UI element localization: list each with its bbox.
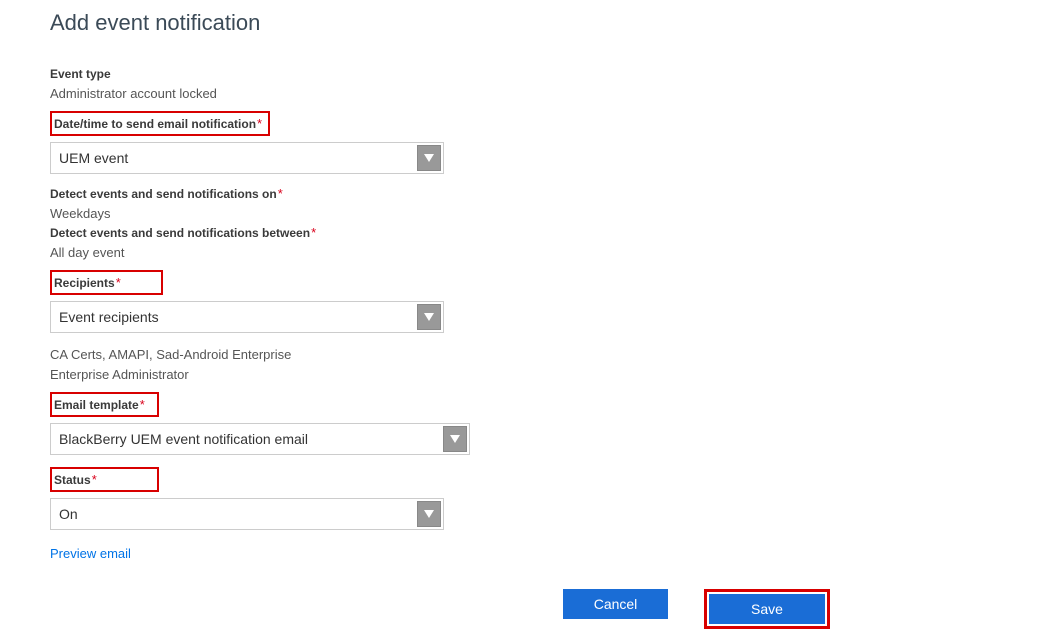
- recipients-list-line2: Enterprise Administrator: [50, 365, 810, 385]
- recipients-label: Recipients: [54, 276, 115, 290]
- detect-between-value: All day event: [50, 245, 810, 260]
- date-time-label-highlight: Date/time to send email notification*: [50, 111, 270, 136]
- required-marker: *: [140, 397, 145, 412]
- status-select-value: On: [51, 499, 415, 529]
- dropdown-arrow-icon[interactable]: [417, 145, 441, 171]
- dropdown-arrow-icon[interactable]: [417, 304, 441, 330]
- detect-on-value: Weekdays: [50, 206, 810, 221]
- status-select[interactable]: On: [50, 498, 444, 530]
- email-template-label-highlight: Email template*: [50, 392, 159, 417]
- required-marker: *: [116, 275, 121, 290]
- dropdown-arrow-icon[interactable]: [417, 501, 441, 527]
- recipients-select-value: Event recipients: [51, 302, 415, 332]
- dropdown-arrow-icon[interactable]: [443, 426, 467, 452]
- recipients-select[interactable]: Event recipients: [50, 301, 444, 333]
- cancel-button[interactable]: Cancel: [563, 589, 668, 619]
- email-template-select[interactable]: BlackBerry UEM event notification email: [50, 423, 470, 455]
- required-marker: *: [278, 186, 283, 201]
- required-marker: *: [257, 116, 262, 131]
- save-button-highlight: Save: [704, 589, 830, 629]
- required-marker: *: [311, 225, 316, 240]
- email-template-select-value: BlackBerry UEM event notification email: [51, 424, 441, 454]
- event-type-value: Administrator account locked: [50, 86, 810, 101]
- date-time-label: Date/time to send email notification: [54, 117, 256, 131]
- event-type-label: Event type: [50, 67, 111, 81]
- status-label-highlight: Status*: [50, 467, 159, 492]
- save-button[interactable]: Save: [709, 594, 825, 624]
- recipients-label-highlight: Recipients*: [50, 270, 163, 295]
- date-time-select[interactable]: UEM event: [50, 142, 444, 174]
- status-label: Status: [54, 473, 91, 487]
- date-time-select-value: UEM event: [51, 143, 415, 173]
- required-marker: *: [92, 472, 97, 487]
- preview-email-link[interactable]: Preview email: [50, 546, 131, 561]
- page-title: Add event notification: [50, 10, 810, 36]
- detect-between-label: Detect events and send notifications bet…: [50, 226, 310, 240]
- recipients-list-line1: CA Certs, AMAPI, Sad-Android Enterprise: [50, 345, 810, 365]
- recipients-list: CA Certs, AMAPI, Sad-Android Enterprise …: [50, 345, 810, 384]
- detect-on-label: Detect events and send notifications on: [50, 187, 277, 201]
- email-template-label: Email template: [54, 398, 139, 412]
